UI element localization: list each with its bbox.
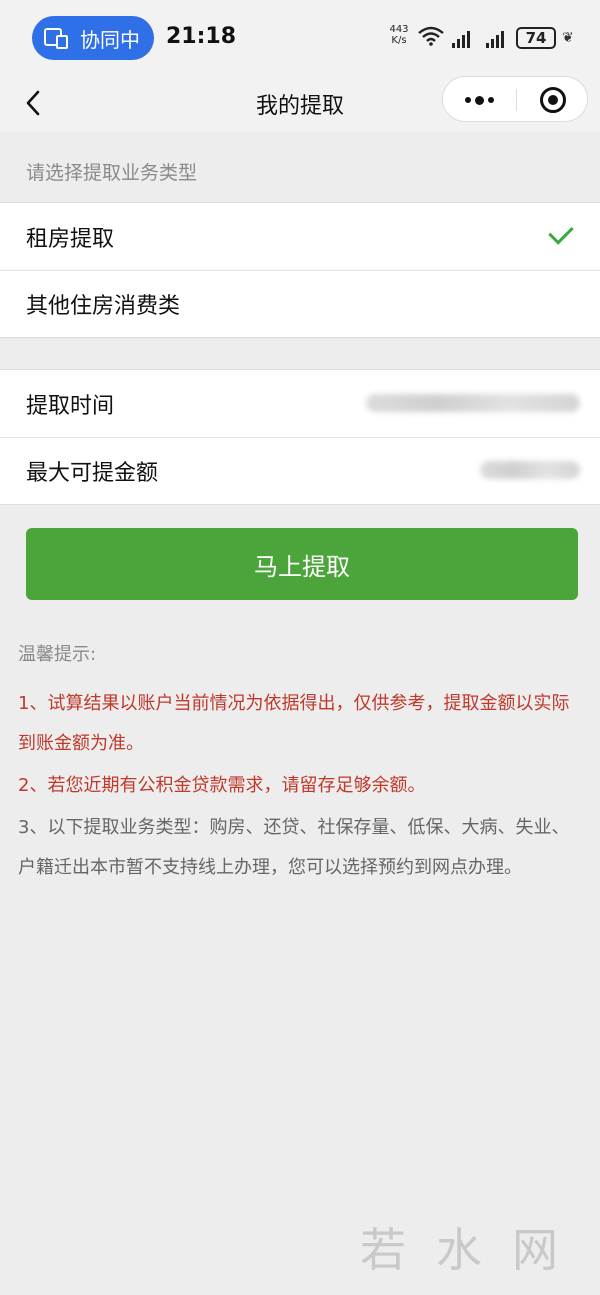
- battery-level: 74: [525, 29, 547, 47]
- tip-item: 2、若您近期有公积金贷款需求，请留存足够余额。: [18, 775, 426, 796]
- more-icon[interactable]: [465, 95, 494, 105]
- tips-title: 温馨提示:: [18, 644, 97, 665]
- net-speed-value: 443: [389, 24, 409, 35]
- multi-device-icon: [44, 27, 70, 49]
- option-other-housing[interactable]: 其他住房消费类: [0, 270, 600, 337]
- info-row-time: 提取时间: [0, 370, 600, 437]
- net-speed-unit: K/s: [391, 35, 407, 46]
- wifi-icon: [418, 26, 444, 46]
- withdraw-now-button[interactable]: 马上提取: [26, 528, 578, 600]
- option-label: 其他住房消费类: [26, 293, 181, 319]
- tip-item: 1、试算结果以账户当前情况为依据得出，仅供参考，提取金额以实际到账金额为准。: [18, 693, 570, 754]
- tip-item: 3、以下提取业务类型：购房、还贷、社保存量、低保、大病、失业、户籍迁出本市暂不支…: [18, 817, 570, 878]
- type-options-list: 租房提取 其他住房消费类: [0, 202, 600, 338]
- collab-label: 协同中: [80, 27, 140, 52]
- signal-2-icon: [486, 30, 512, 48]
- info-list: 提取时间 最大可提金额: [0, 369, 600, 505]
- status-bar: 协同中 21:18 443 K/s 74 ❦: [0, 0, 600, 76]
- net-speed: 443 K/s: [388, 24, 410, 46]
- redacted-value: [480, 461, 580, 479]
- close-target-icon[interactable]: [540, 87, 566, 113]
- capsule-divider: [516, 89, 517, 111]
- mini-program-capsule: [442, 76, 588, 122]
- option-label: 租房提取: [26, 226, 115, 252]
- battery-icon: 74: [516, 27, 556, 49]
- checkmark-icon: [548, 219, 574, 245]
- collab-pill[interactable]: 协同中: [32, 16, 154, 60]
- signal-1-icon: [452, 30, 478, 48]
- tips-block: 温馨提示: 1、试算结果以账户当前情况为依据得出，仅供参考，提取金额以实际到账金…: [18, 640, 584, 890]
- type-section-header: 请选择提取业务类型: [26, 162, 198, 184]
- info-row-max-amount: 最大可提金额: [0, 437, 600, 504]
- info-label: 最大可提金额: [26, 460, 159, 486]
- info-label: 提取时间: [26, 393, 115, 419]
- redacted-value: [366, 394, 580, 412]
- watermark: 若水网: [360, 1223, 588, 1277]
- leaf-icon: ❦: [562, 30, 574, 46]
- nav-bar: 我的提取: [0, 76, 600, 132]
- option-rent[interactable]: 租房提取: [0, 203, 600, 270]
- page: 协同中 21:18 443 K/s 74 ❦ 我的提取 请选择提取业务类型 租房…: [0, 0, 600, 1295]
- clock: 21:18: [166, 24, 237, 49]
